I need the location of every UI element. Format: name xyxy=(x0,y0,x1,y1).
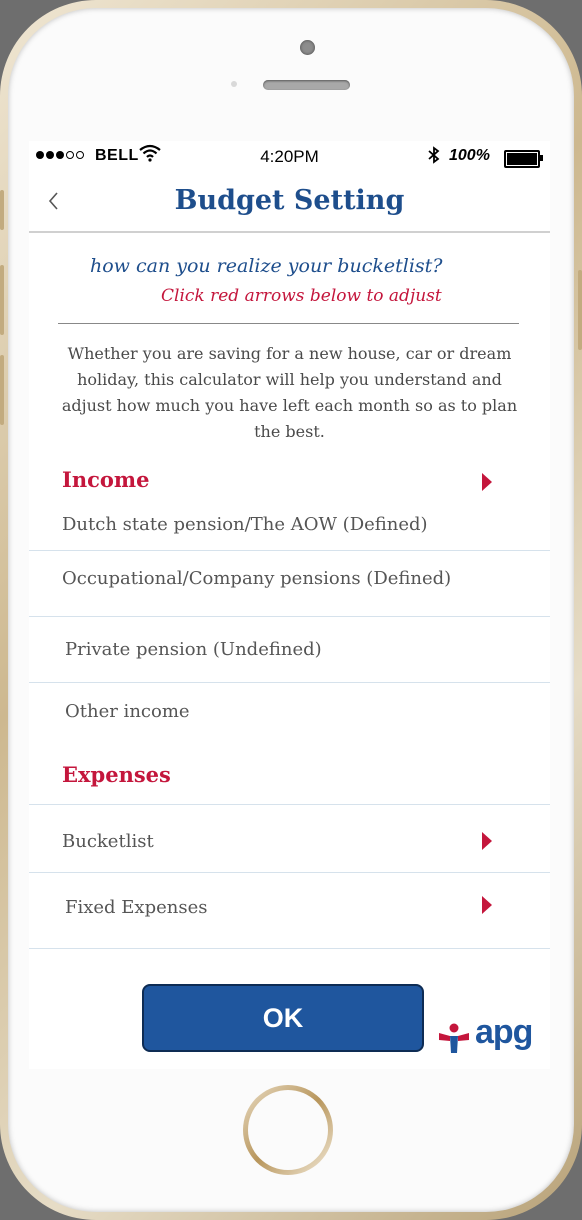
row-divider xyxy=(29,872,550,873)
mute-switch xyxy=(0,190,4,230)
phone-frame: BELL 4:20PM 100% Budget Setting how can … xyxy=(0,0,582,1220)
volume-up-button xyxy=(0,265,4,335)
battery-percent: 100% xyxy=(449,147,490,164)
front-camera xyxy=(300,40,315,55)
row-divider xyxy=(29,948,550,949)
expenses-item-bucketlist[interactable]: Bucketlist xyxy=(62,831,154,852)
power-button xyxy=(578,270,582,350)
income-item-other[interactable]: Other income xyxy=(65,701,190,722)
bucketlist-question: how can you realize your bucketlist? xyxy=(90,255,443,277)
ok-button[interactable]: OK xyxy=(142,984,424,1052)
page-title: Budget Setting xyxy=(174,185,405,216)
bucketlist-arrow-icon[interactable] xyxy=(482,832,492,850)
row-divider xyxy=(29,550,550,551)
adjust-instruction: Click red arrows below to adjust xyxy=(161,286,442,306)
row-divider xyxy=(29,804,550,805)
row-divider xyxy=(29,616,550,617)
app-screen: BELL 4:20PM 100% Budget Setting how can … xyxy=(29,141,550,1069)
home-button[interactable] xyxy=(243,1085,333,1175)
earpiece-speaker xyxy=(263,80,350,90)
proximity-sensor xyxy=(231,81,237,87)
apg-logo-mark-icon xyxy=(439,1023,469,1053)
expenses-item-fixed[interactable]: Fixed Expenses xyxy=(65,897,207,918)
apg-logo: apg xyxy=(437,1013,537,1059)
income-arrow-icon[interactable] xyxy=(482,473,492,491)
income-item-private[interactable]: Private pension (Undefined) xyxy=(65,639,322,660)
row-divider xyxy=(29,682,550,683)
status-bar: BELL 4:20PM 100% xyxy=(29,141,550,173)
battery-icon xyxy=(504,150,543,168)
navigation-bar: Budget Setting xyxy=(29,173,550,233)
apg-logo-text: apg xyxy=(475,1013,533,1051)
income-header: Income xyxy=(62,467,150,492)
intro-text: Whether you are saving for a new house, … xyxy=(61,344,518,441)
expenses-header: Expenses xyxy=(62,762,171,787)
bluetooth-icon xyxy=(427,146,441,169)
volume-down-button xyxy=(0,355,4,425)
income-item-occupational[interactable]: Occupational/Company pensions (Defined) xyxy=(62,568,451,589)
fixed-expenses-arrow-icon[interactable] xyxy=(482,896,492,914)
income-item-aow[interactable]: Dutch state pension/The AOW (Defined) xyxy=(62,514,428,535)
divider xyxy=(58,323,519,324)
